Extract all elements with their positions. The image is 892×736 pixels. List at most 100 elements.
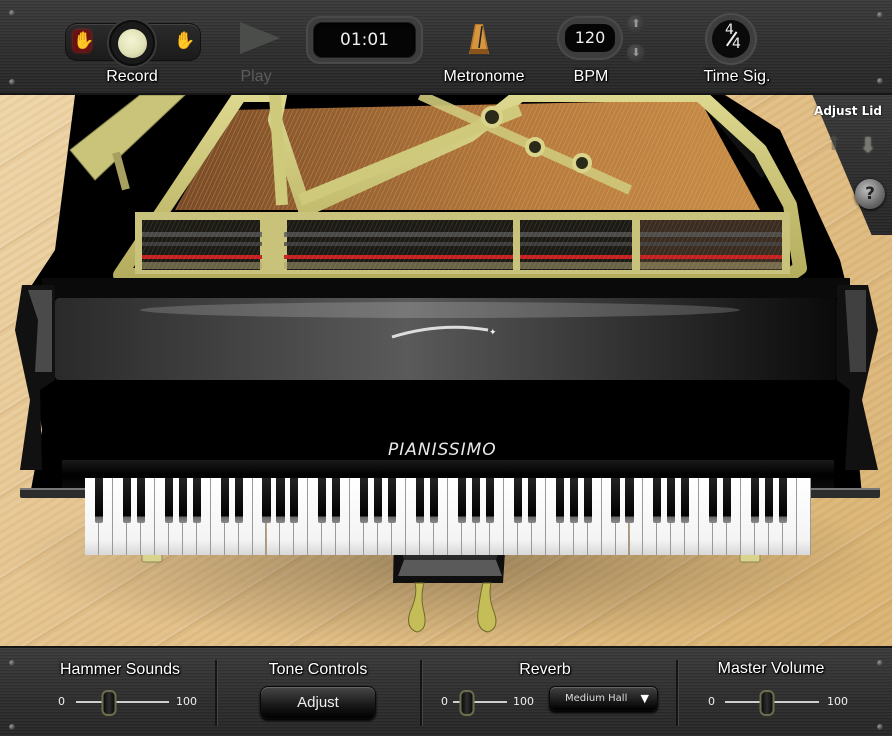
lid-raise-button[interactable]: ⬆ — [823, 132, 845, 154]
arrow-up-icon: ⬆ — [825, 131, 843, 155]
black-key[interactable] — [611, 478, 620, 523]
time-display-screen: 01:01 — [314, 23, 415, 57]
screw-icon — [877, 660, 883, 666]
black-key[interactable] — [779, 478, 788, 523]
slider-thumb[interactable] — [459, 690, 474, 716]
svg-text:✦: ✦ — [489, 328, 497, 338]
master-volume-min: 0 — [708, 695, 715, 708]
black-key[interactable] — [318, 478, 327, 523]
master-volume-label: Master Volume — [717, 660, 825, 677]
adjust-lid-controls: Adjust Lid ⬆ ⬇ ? — [790, 95, 892, 235]
reverb-preset-value: Medium Hall — [565, 693, 628, 704]
brand-logo: PIANISSIMO — [388, 440, 497, 460]
section-divider — [215, 660, 217, 726]
time-signature-face: 4 4 — [712, 20, 750, 58]
slider-thumb[interactable] — [759, 690, 775, 716]
black-key[interactable] — [667, 478, 676, 523]
black-key[interactable] — [374, 478, 383, 523]
metronome-label: Metronome — [443, 68, 525, 85]
black-key[interactable] — [527, 478, 536, 523]
time-readout: 01:01 — [340, 30, 389, 50]
reverb-preset-dropdown[interactable]: Medium Hall ▼ — [549, 686, 658, 711]
black-key[interactable] — [555, 478, 564, 523]
black-key[interactable] — [220, 478, 229, 523]
adjust-lid-label: Adjust Lid — [814, 104, 882, 118]
black-key[interactable] — [485, 478, 494, 523]
play-button[interactable] — [240, 22, 280, 54]
hammer-sounds-label: Hammer Sounds — [59, 661, 181, 678]
hammer-sounds-slider[interactable] — [76, 690, 169, 716]
screw-icon — [9, 724, 15, 730]
slider-thumb[interactable] — [101, 690, 117, 716]
black-key[interactable] — [416, 478, 425, 523]
white-key[interactable] — [797, 478, 811, 555]
black-key[interactable] — [429, 478, 439, 523]
bpm-display-screen: 120 — [565, 24, 615, 52]
reverb-slider[interactable] — [453, 690, 507, 716]
black-key[interactable] — [569, 478, 578, 523]
chevron-down-icon: ▼ — [640, 692, 649, 705]
help-button[interactable]: ? — [855, 179, 885, 209]
lid-lower-button[interactable]: ⬇ — [855, 132, 881, 158]
record-toggle[interactable]: ✋ ✋ — [65, 20, 201, 66]
black-key[interactable] — [136, 478, 145, 523]
black-key[interactable] — [276, 478, 285, 523]
piano-keyboard[interactable] — [85, 478, 811, 555]
bpm-increase-button[interactable]: ⬆ — [627, 15, 645, 33]
black-key[interactable] — [765, 478, 774, 523]
section-divider — [420, 660, 422, 726]
black-key[interactable] — [192, 478, 201, 523]
sound-controls-bar: Hammer Sounds 0 100 Tone Controls Reverb… — [0, 646, 892, 736]
black-key[interactable] — [388, 478, 397, 523]
record-button[interactable] — [109, 20, 155, 66]
screw-icon — [9, 79, 15, 85]
bpm-label: BPM — [573, 68, 609, 85]
screw-icon — [9, 660, 15, 666]
screw-icon — [9, 10, 15, 16]
master-volume-slider[interactable] — [725, 690, 819, 716]
slider-track — [76, 701, 169, 703]
arrow-up-icon: ⬆ — [631, 17, 641, 30]
section-divider — [676, 660, 678, 726]
bpm-decrease-button[interactable]: ⬇ — [627, 44, 645, 62]
reverb-min: 0 — [441, 695, 448, 708]
tone-controls-label: Tone Controls — [268, 661, 368, 678]
black-key[interactable] — [178, 478, 187, 523]
arrow-down-icon: ⬇ — [631, 46, 641, 59]
black-key[interactable] — [513, 478, 522, 523]
black-key[interactable] — [583, 478, 592, 523]
hammer-sounds-min: 0 — [58, 695, 65, 708]
black-key[interactable] — [94, 478, 103, 523]
black-key[interactable] — [457, 478, 466, 523]
tone-adjust-button[interactable]: Adjust — [260, 686, 376, 719]
play-label: Play — [240, 68, 272, 85]
hand-icon: ✋ — [174, 31, 196, 51]
black-key[interactable] — [653, 478, 662, 523]
grand-piano: ✦ — [10, 95, 890, 645]
metronome-icon[interactable] — [468, 22, 490, 56]
bpm-value: 120 — [574, 28, 606, 47]
black-key[interactable] — [681, 478, 690, 523]
black-key[interactable] — [262, 478, 271, 523]
transport-toolbar: ✋ ✋ Record Play 01:01 Metronome 120 ⬆ ⬇ … — [0, 0, 892, 95]
black-key[interactable] — [625, 478, 634, 523]
black-key[interactable] — [164, 478, 173, 523]
question-icon: ? — [865, 184, 875, 204]
black-key[interactable] — [751, 478, 760, 523]
hammer-sounds-max: 100 — [176, 695, 197, 708]
black-key[interactable] — [290, 478, 299, 523]
arrow-down-icon: ⬇ — [859, 133, 877, 157]
screw-icon — [877, 724, 883, 730]
black-key[interactable] — [471, 478, 480, 523]
time-display: 01:01 — [306, 16, 423, 64]
master-volume-max: 100 — [827, 695, 848, 708]
black-key[interactable] — [723, 478, 732, 523]
black-key[interactable] — [332, 478, 341, 523]
time-signature-denominator: 4 — [732, 36, 741, 52]
black-key[interactable] — [122, 478, 131, 523]
black-key[interactable] — [360, 478, 369, 523]
black-key[interactable] — [234, 478, 243, 523]
black-key[interactable] — [709, 478, 718, 523]
time-signature-button[interactable]: 4 4 — [705, 13, 757, 65]
reverb-label: Reverb — [519, 661, 571, 678]
